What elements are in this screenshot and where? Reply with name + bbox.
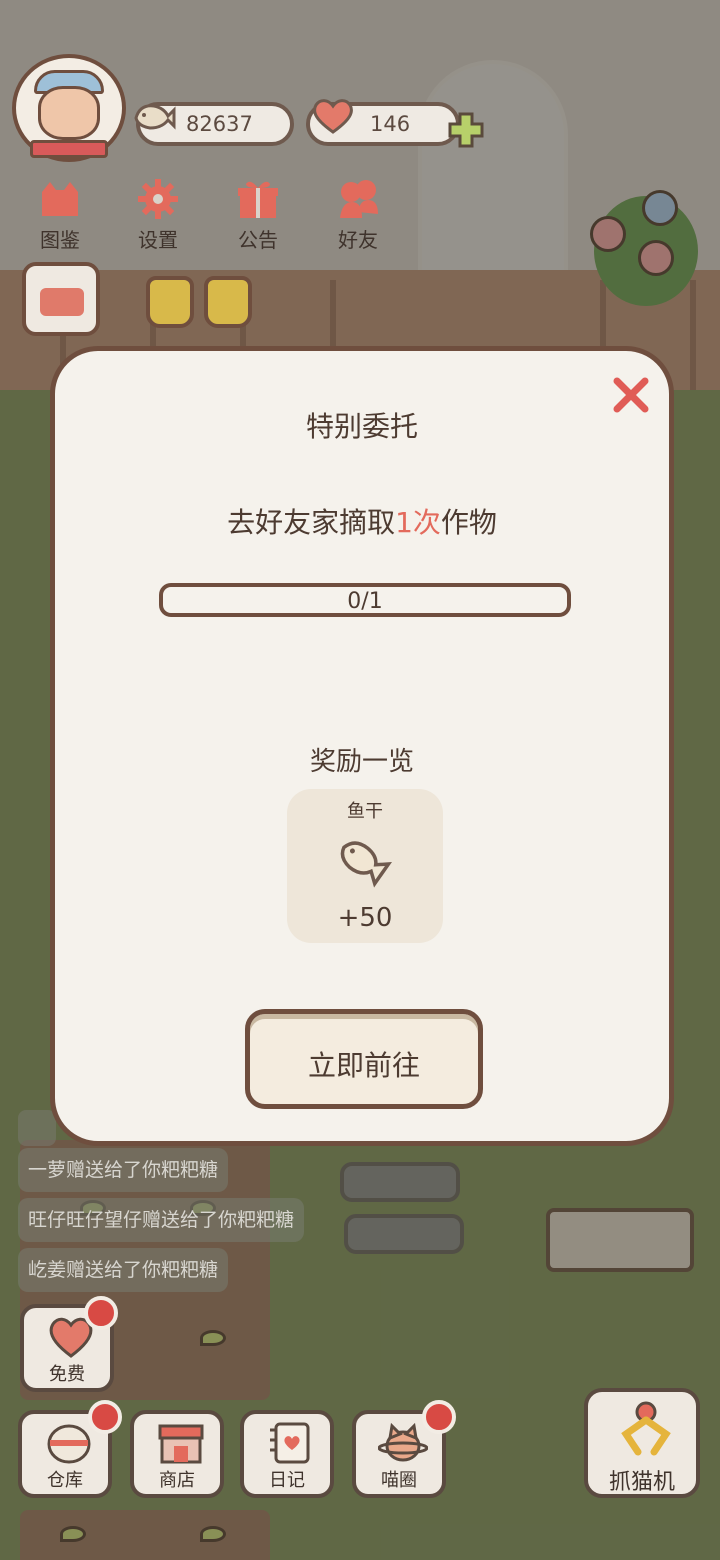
task-progress-bar: 0/1 [159, 583, 571, 617]
avatar-face [38, 86, 100, 140]
avatar-band [30, 140, 108, 158]
diary-button[interactable]: 日记 [240, 1410, 334, 1498]
cat-book-icon [42, 182, 78, 216]
button-label: 日记 [269, 1470, 305, 1491]
chat-message: 旺仔旺仔望仔赠送给了你粑粑糖 [18, 1198, 305, 1242]
dried-fish-icon [134, 104, 176, 130]
button-label: 仓库 [47, 1470, 83, 1491]
chat-heart-icon[interactable] [18, 1110, 56, 1146]
notification-badge [422, 1400, 456, 1434]
dried-fish-icon [340, 841, 392, 888]
chat-message: 一萝赠送给了你粑粑糖 [18, 1148, 229, 1192]
heart-icon [313, 99, 353, 134]
fish-count: 82637 [186, 112, 253, 136]
menu-label: 设置 [138, 228, 178, 252]
player-avatar[interactable] [12, 54, 126, 162]
boots-decoration [146, 276, 194, 328]
chat-message: 屹姜赠送给了你粑粑糖 [18, 1248, 229, 1292]
go-now-button[interactable]: 立即前往 [245, 1009, 483, 1109]
shop-icon [158, 1424, 204, 1464]
task-description: 去好友家摘取1次作物 [55, 501, 669, 541]
warehouse-icon [47, 1424, 91, 1464]
reward-card: 鱼干 +50 [287, 789, 443, 943]
reward-amount: +50 [337, 903, 393, 933]
task-suffix: 作物 [440, 506, 497, 539]
progress-text: 0/1 [347, 589, 383, 614]
menu-encyclopedia[interactable]: 图鉴 [20, 178, 100, 252]
shop-button[interactable]: 商店 [130, 1410, 224, 1498]
diary-icon [270, 1422, 310, 1464]
go-now-label: 立即前往 [307, 1049, 420, 1082]
task-count: 1次 [395, 506, 441, 539]
notes-button[interactable] [22, 262, 100, 336]
reward-title: 奖励一览 [309, 747, 414, 777]
menu-announcement[interactable]: 公告 [218, 178, 298, 252]
button-label: 商店 [159, 1470, 195, 1491]
menu-friends[interactable]: 好友 [318, 178, 398, 252]
heart-currency: 146 [306, 99, 460, 146]
add-currency-button[interactable] [446, 110, 486, 150]
cat-planet-icon [378, 1422, 428, 1462]
special-commission-dialog: 特别委托 去好友家摘取1次作物 0/1 奖励一览 鱼干 +50 立即前往 [50, 346, 674, 1146]
heart-count: 146 [370, 112, 411, 136]
claw-machine-button[interactable]: 抓猫机 [584, 1388, 700, 1498]
friends-icon [340, 180, 378, 218]
menu-label: 公告 [238, 228, 278, 252]
pencil-icon [40, 288, 84, 316]
reward-name: 鱼干 [347, 801, 383, 822]
button-label: 抓猫机 [608, 1470, 675, 1495]
menu-label: 好友 [338, 228, 378, 252]
claw-icon [621, 1401, 671, 1456]
notification-badge [88, 1400, 122, 1434]
notification-badge [84, 1296, 118, 1330]
boots-decoration [204, 276, 252, 328]
menu-label: 图鉴 [40, 228, 80, 252]
gift-icon [238, 181, 278, 218]
fish-currency: 82637 [134, 102, 294, 146]
button-label: 喵圈 [381, 1470, 417, 1491]
button-label: 免费 [49, 1364, 85, 1385]
task-prefix: 去好友家摘取 [227, 506, 396, 539]
gear-icon [138, 179, 178, 219]
dialog-title: 特别委托 [305, 410, 418, 443]
menu-settings[interactable]: 设置 [118, 178, 198, 252]
